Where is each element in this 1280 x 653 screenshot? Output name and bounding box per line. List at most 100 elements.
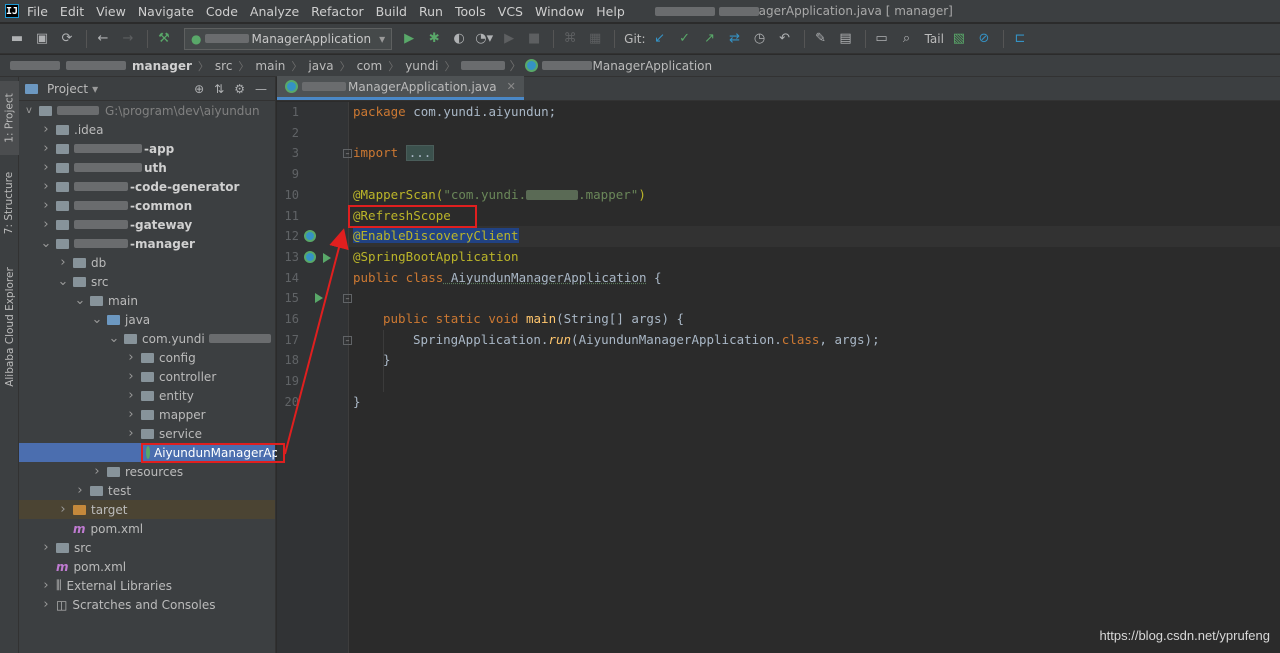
- coverage-icon[interactable]: ◐: [448, 28, 470, 50]
- menu-item-file[interactable]: File: [27, 4, 48, 19]
- chevron-right-icon[interactable]: ›: [40, 540, 52, 555]
- breadcrumb-item-yundi[interactable]: yundi 〉: [405, 58, 461, 74]
- run-gutter-icon[interactable]: [323, 252, 331, 263]
- chevron-right-icon[interactable]: ›: [125, 426, 137, 441]
- gear-icon[interactable]: ⚙: [234, 82, 245, 96]
- breadcrumb-item-src[interactable]: src 〉: [215, 58, 256, 74]
- chevron-down-icon[interactable]: v: [23, 105, 35, 116]
- back-arrow-icon[interactable]: ←: [92, 28, 114, 50]
- chevron-right-icon[interactable]: ›: [40, 160, 52, 175]
- tree-item[interactable]: › -gateway: [19, 215, 275, 234]
- forward-arrow-icon[interactable]: →: [117, 28, 139, 50]
- chevron-down-icon[interactable]: ⌄: [91, 312, 103, 327]
- close-icon[interactable]: ✕: [507, 80, 516, 93]
- tree-item[interactable]: ⌄ com.yundi: [19, 329, 275, 348]
- sync-icon[interactable]: ⟳: [56, 28, 78, 50]
- git-compare-icon[interactable]: ⇄: [724, 28, 746, 50]
- stop-icon[interactable]: ■: [523, 28, 545, 50]
- chevron-right-icon[interactable]: ›: [40, 217, 52, 232]
- terminal-window-icon[interactable]: ▭: [871, 28, 893, 50]
- tree-item[interactable]: ⌄ -manager: [19, 234, 275, 253]
- chevron-right-icon[interactable]: ›: [40, 122, 52, 137]
- history-icon[interactable]: ◷: [749, 28, 771, 50]
- menu-item-edit[interactable]: Edit: [60, 4, 84, 19]
- folded-imports[interactable]: ...: [405, 145, 435, 162]
- menu-item-window[interactable]: Window: [535, 4, 584, 19]
- tree-item[interactable]: › test: [19, 481, 275, 500]
- git-commit-icon[interactable]: ✓: [674, 28, 696, 50]
- chevron-right-icon[interactable]: ›: [91, 464, 103, 479]
- locate-file-icon[interactable]: ⊕: [194, 82, 204, 96]
- chevron-right-icon[interactable]: ›: [40, 597, 52, 612]
- rollback-icon[interactable]: ↶: [774, 28, 796, 50]
- tree-item[interactable]: › mapper: [19, 405, 275, 424]
- tree-item[interactable]: › -app: [19, 139, 275, 158]
- project-structure-icon[interactable]: ▦: [584, 28, 606, 50]
- tree-item[interactable]: m pom.xml: [19, 557, 275, 576]
- menu-item-vcs[interactable]: VCS: [498, 4, 523, 19]
- chevron-right-icon[interactable]: ›: [40, 141, 52, 156]
- chevron-right-icon[interactable]: ›: [40, 578, 52, 593]
- menu-item-build[interactable]: Build: [376, 4, 407, 19]
- chevron-right-icon[interactable]: ›: [40, 179, 52, 194]
- git-update-icon[interactable]: ↙: [649, 28, 671, 50]
- breadcrumb-item-java[interactable]: java 〉: [308, 58, 356, 74]
- chevron-down-icon[interactable]: ⌄: [57, 274, 69, 289]
- spring-bean-icon[interactable]: [304, 250, 316, 263]
- breadcrumb-item-class[interactable]: ManagerApplication: [525, 59, 712, 73]
- save-icon[interactable]: ▣: [31, 28, 53, 50]
- menu-item-refactor[interactable]: Refactor: [311, 4, 363, 19]
- run-icon[interactable]: ▶: [398, 28, 420, 50]
- chevron-right-icon[interactable]: ›: [125, 407, 137, 422]
- tree-item[interactable]: › entity: [19, 386, 275, 405]
- tree-item[interactable]: › uth: [19, 158, 275, 177]
- tree-item[interactable]: ⌄ java: [19, 310, 275, 329]
- breadcrumb-item-manager[interactable]: manager 〉: [132, 58, 215, 74]
- attach-icon[interactable]: ⌘: [559, 28, 581, 50]
- tree-item[interactable]: › ⫼ External Libraries: [19, 576, 275, 595]
- menu-item-code[interactable]: Code: [206, 4, 238, 19]
- tree-item[interactable]: › .idea: [19, 120, 275, 139]
- tree-item[interactable]: › target: [19, 500, 275, 519]
- search-icon[interactable]: ⌕: [896, 28, 918, 50]
- chevron-right-icon[interactable]: ›: [125, 388, 137, 403]
- tree-item[interactable]: ⌄ src: [19, 272, 275, 291]
- project-panel-title[interactable]: Project: [47, 82, 88, 96]
- breadcrumb-item-main[interactable]: main 〉: [255, 58, 308, 74]
- open-folder-icon[interactable]: ▬: [6, 28, 28, 50]
- tree-item[interactable]: m pom.xml: [19, 519, 275, 538]
- collapse-all-icon[interactable]: ⇅: [214, 82, 224, 96]
- hide-panel-icon[interactable]: —: [255, 82, 267, 96]
- git-push-icon[interactable]: ↗: [699, 28, 721, 50]
- chevron-right-icon[interactable]: ›: [125, 369, 137, 384]
- tree-item[interactable]: ⌄ main: [19, 291, 275, 310]
- tree-item[interactable]: › config: [19, 348, 275, 367]
- menu-item-tools[interactable]: Tools: [455, 4, 486, 19]
- tree-item[interactable]: › -code-generator: [19, 177, 275, 196]
- chevron-right-icon[interactable]: ›: [74, 483, 86, 498]
- tail-button[interactable]: Tail: [925, 32, 944, 46]
- rerun-icon[interactable]: ▶: [498, 28, 520, 50]
- menu-item-help[interactable]: Help: [596, 4, 625, 19]
- chevron-down-icon[interactable]: ⌄: [74, 293, 86, 308]
- tree-item[interactable]: › controller: [19, 367, 275, 386]
- settings-wrench-icon[interactable]: ✎: [810, 28, 832, 50]
- tree-item[interactable]: › db: [19, 253, 275, 272]
- menu-item-run[interactable]: Run: [419, 4, 443, 19]
- tree-item[interactable]: › src: [19, 538, 275, 557]
- build-hammer-icon[interactable]: ⚒: [153, 28, 175, 50]
- editor-tab-application-java[interactable]: ManagerApplication.java ✕: [277, 76, 524, 100]
- code-area[interactable]: package com.yundi.aiyundun; import ... @…: [349, 102, 1280, 653]
- chevron-right-icon[interactable]: ›: [125, 350, 137, 365]
- profile-icon[interactable]: ◔▾: [473, 28, 495, 50]
- chevron-right-icon[interactable]: ›: [40, 198, 52, 213]
- menu-item-view[interactable]: View: [96, 4, 126, 19]
- chevron-right-icon[interactable]: ›: [57, 255, 69, 270]
- spring-bean-icon[interactable]: [304, 230, 316, 243]
- tree-item[interactable]: › service: [19, 424, 275, 443]
- tab-structure[interactable]: 7: Structure: [0, 161, 19, 245]
- chevron-down-icon[interactable]: ⌄: [108, 331, 120, 346]
- debug-icon[interactable]: ✱: [423, 28, 445, 50]
- monitor-icon[interactable]: ▧: [948, 28, 970, 50]
- tree-item[interactable]: › -common: [19, 196, 275, 215]
